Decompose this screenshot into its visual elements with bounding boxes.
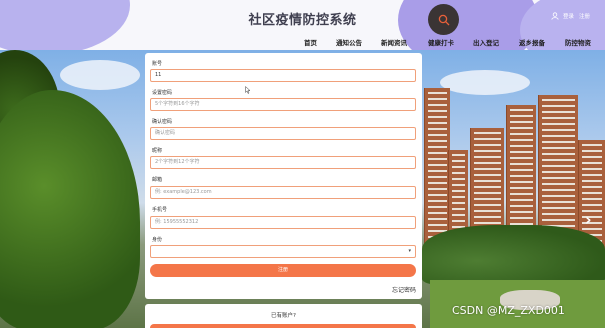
identity-select[interactable]: ▾ bbox=[150, 245, 416, 258]
login-button[interactable] bbox=[150, 324, 416, 328]
account-input[interactable]: 11 bbox=[150, 69, 416, 82]
search-icon bbox=[438, 14, 449, 25]
nav-item-health-checkin[interactable]: 健康打卡 bbox=[428, 37, 454, 47]
nav-item-entry-exit[interactable]: 出入登记 bbox=[473, 37, 499, 47]
has-account-text: 已有账户? bbox=[271, 313, 296, 319]
user-area: 登录 注册 bbox=[551, 12, 595, 20]
nickname-input[interactable]: 2个字符到12个字符 bbox=[150, 156, 416, 169]
nav-item-news[interactable]: 新闻资讯 bbox=[381, 37, 407, 47]
register-link[interactable]: 注册 bbox=[579, 12, 590, 20]
password-label: 设置密码 bbox=[152, 90, 173, 96]
chevron-down-icon: ▾ bbox=[408, 248, 411, 254]
nickname-label: 昵称 bbox=[152, 148, 163, 154]
carousel-next-button[interactable]: › bbox=[585, 210, 592, 229]
register-form: 账号 11 设置密码 5个字符到16个字符 确认密码 确认密码 昵称 2个字符到… bbox=[145, 53, 422, 299]
building bbox=[424, 88, 450, 248]
watermark: CSDN @MZ_ZXD001 bbox=[452, 304, 565, 317]
trees bbox=[422, 225, 605, 285]
cloud bbox=[440, 70, 530, 95]
register-button[interactable]: 注册 bbox=[150, 264, 416, 277]
confirm-password-input[interactable]: 确认密码 bbox=[150, 127, 416, 140]
search-button[interactable] bbox=[428, 4, 459, 35]
site-title: 社区疫情防控系统 bbox=[248, 13, 357, 28]
user-icon bbox=[551, 12, 559, 20]
account-label: 账号 bbox=[152, 61, 163, 67]
forgot-password-link[interactable]: 忘记密码 bbox=[392, 285, 416, 294]
nav-item-notices[interactable]: 通知公告 bbox=[336, 37, 362, 47]
email-label: 邮箱 bbox=[152, 177, 163, 183]
phone-input[interactable]: 例: 15955552312 bbox=[150, 216, 416, 229]
login-link[interactable]: 登录 bbox=[563, 12, 574, 20]
nav-item-return-report[interactable]: 返乡报备 bbox=[519, 37, 545, 47]
tree bbox=[0, 90, 140, 328]
confirm-password-label: 确认密码 bbox=[152, 119, 173, 125]
nav-item-supplies[interactable]: 防控物资 bbox=[565, 37, 591, 47]
cloud bbox=[60, 60, 140, 90]
cursor-icon bbox=[245, 86, 251, 94]
chevron-right-icon: › bbox=[585, 210, 592, 229]
login-prompt-card: 已有账户? bbox=[145, 304, 422, 328]
email-input[interactable]: 例: example@123.com bbox=[150, 186, 416, 199]
site-header: 社区疫情防控系统 登录 注册 首页 通知公告 新闻资讯 健康打卡 出入登记 返乡… bbox=[0, 0, 605, 50]
password-input[interactable]: 5个字符到16个字符 bbox=[150, 98, 416, 111]
main-nav: 首页 通知公告 新闻资讯 健康打卡 出入登记 返乡报备 防控物资 bbox=[0, 37, 605, 49]
phone-label: 手机号 bbox=[152, 207, 168, 213]
nav-item-home[interactable]: 首页 bbox=[304, 37, 317, 47]
identity-label: 身份 bbox=[152, 237, 163, 243]
